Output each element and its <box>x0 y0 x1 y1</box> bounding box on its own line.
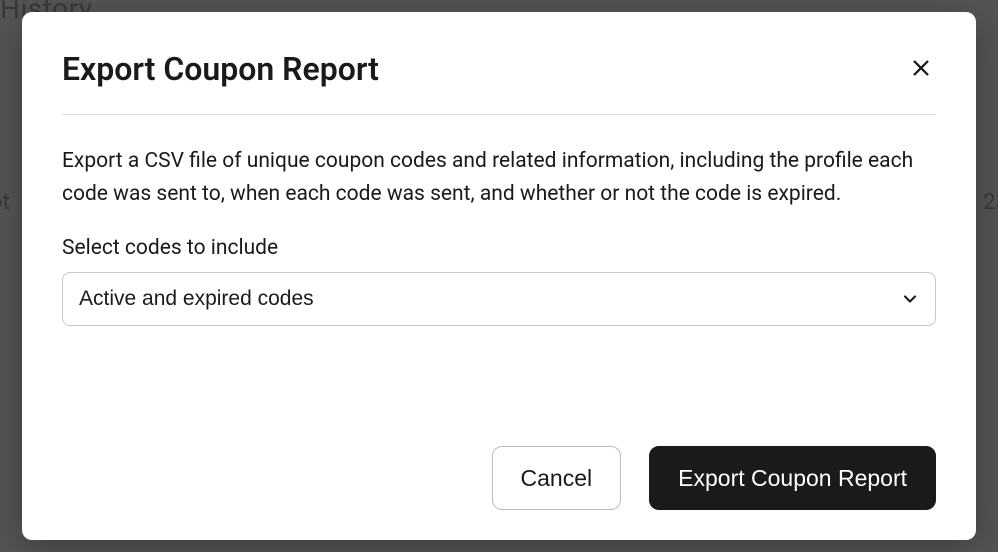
close-button[interactable] <box>906 53 936 86</box>
select-codes-dropdown[interactable]: Active and expired codes <box>62 272 936 326</box>
close-icon <box>910 57 932 82</box>
backdrop-left-fragment: ot <box>0 190 10 215</box>
modal-description: Export a CSV file of unique coupon codes… <box>62 145 936 210</box>
modal-body: Export a CSV file of unique coupon codes… <box>62 115 936 426</box>
export-coupon-modal: Export Coupon Report Export a CSV file o… <box>22 12 976 540</box>
modal-header: Export Coupon Report <box>62 50 936 115</box>
cancel-button[interactable]: Cancel <box>492 446 622 510</box>
modal-footer: Cancel Export Coupon Report <box>62 426 936 510</box>
select-codes-label: Select codes to include <box>62 236 936 260</box>
modal-title: Export Coupon Report <box>62 50 379 88</box>
backdrop-right-fragment: 23 <box>983 190 998 215</box>
select-codes-wrapper: Active and expired codes <box>62 272 936 326</box>
export-button[interactable]: Export Coupon Report <box>649 446 936 510</box>
